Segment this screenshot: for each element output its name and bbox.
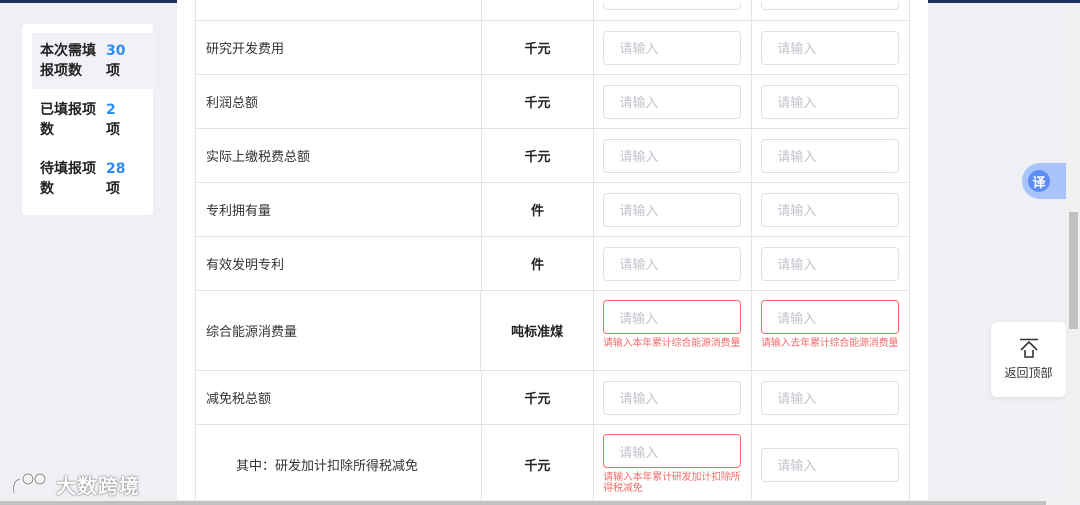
row-name: 其中：研发加计扣除所得税减免 xyxy=(196,425,482,504)
table-row: 其中：研发加计扣除所得税减免 千元 请输入 请输入本年累计研发加计扣除所得税减免… xyxy=(196,425,910,505)
summary-pending-count: 28 xyxy=(106,161,126,177)
current-year-input[interactable]: 请输入 xyxy=(603,84,742,119)
current-year-cell: 请输入 xyxy=(594,371,753,424)
summary-filled-label: 已填报项数 xyxy=(40,102,96,138)
table-row: 研究开发费用 千元 请输入 请输入 xyxy=(196,21,911,75)
row-unit: 吨标准煤 xyxy=(481,291,594,370)
row-name: 利润总额 xyxy=(196,75,482,128)
current-year-input[interactable]: 请输入 xyxy=(603,246,742,281)
summary-pending-unit: 项 xyxy=(106,181,120,197)
last-year-cell: 请输入 请输入去年累计综合能源消费量 xyxy=(752,291,910,370)
last-year-cell: 请输入 xyxy=(752,425,910,504)
last-year-cell: 请输入 xyxy=(752,237,911,290)
table-row: 专利拥有量 件 请输入 请输入 xyxy=(196,183,911,237)
watermark-text: 大数跨境 xyxy=(56,474,140,498)
watermark: 大数跨境 xyxy=(10,470,140,499)
translate-icon: 译 xyxy=(1028,170,1050,192)
summary-filled-count: 2 xyxy=(106,102,116,118)
row-unit: 千元 xyxy=(482,21,595,74)
report-form-table: 研究开发费用 千元 请输入 请输入 利润总额 千元 请输入 请输入 实际上缴税费… xyxy=(195,0,911,505)
last-year-input[interactable]: 请输入 xyxy=(761,447,900,482)
last-year-cell: 请输入 xyxy=(752,183,911,236)
row-unit: 千元 xyxy=(482,371,595,424)
table-row: 减免税总额 千元 请输入 请输入 xyxy=(196,371,911,425)
row-name: 专利拥有量 xyxy=(196,183,482,236)
summary-total-count: 30 xyxy=(106,43,126,59)
row-name: 实际上缴税费总额 xyxy=(196,129,482,182)
row-unit: 件 xyxy=(482,183,595,236)
last-year-input[interactable] xyxy=(761,2,900,10)
row-name: 减免税总额 xyxy=(196,371,482,424)
table-row: 实际上缴税费总额 千元 请输入 请输入 xyxy=(196,129,911,183)
last-year-cell: 请输入 xyxy=(752,129,911,182)
row-unit: 件 xyxy=(482,237,595,290)
current-year-input[interactable]: 请输入 xyxy=(603,192,742,227)
row-unit: 千元 xyxy=(482,75,595,128)
row-unit: 千元 xyxy=(482,129,595,182)
arrow-up-icon xyxy=(1019,338,1038,358)
current-year-cell: 请输入 请输入本年累计综合能源消费量 xyxy=(594,291,752,370)
summary-filled-value: 2 项 xyxy=(106,100,136,140)
current-year-input[interactable]: 请输入 xyxy=(603,380,742,415)
table-row: 综合能源消费量 吨标准煤 请输入 请输入本年累计综合能源消费量 请输入 请输入去… xyxy=(196,291,910,371)
summary-total-unit: 项 xyxy=(106,63,120,79)
row-name: 综合能源消费量 xyxy=(196,291,482,370)
last-year-input[interactable]: 请输入 xyxy=(761,84,900,119)
row-name xyxy=(196,0,482,20)
current-year-cell: 请输入 xyxy=(594,237,753,290)
table-row xyxy=(196,0,911,21)
back-to-top-label: 返回顶部 xyxy=(1004,366,1053,380)
current-year-cell: 请输入 请输入本年累计研发加计扣除所得税减免 xyxy=(594,425,753,504)
validation-error: 请输入本年累计研发加计扣除所得税减免 xyxy=(603,472,741,494)
last-year-input[interactable]: 请输入 xyxy=(761,380,900,415)
validation-error: 请输入本年累计综合能源消费量 xyxy=(603,338,741,349)
last-year-cell: 请输入 xyxy=(752,21,911,74)
current-year-input[interactable] xyxy=(603,2,742,10)
last-year-cell xyxy=(752,0,911,20)
watermark-logo-icon xyxy=(12,472,47,493)
summary-pending-label: 待填报项数 xyxy=(40,161,96,197)
summary-total-label: 本次需填报项数 xyxy=(40,43,96,79)
back-to-top-button[interactable]: 返回顶部 xyxy=(991,322,1066,397)
summary-total-value: 30 项 xyxy=(106,41,136,81)
translate-button[interactable]: 译 xyxy=(1022,163,1066,199)
last-year-cell: 请输入 xyxy=(752,371,911,424)
table-row: 利润总额 千元 请输入 请输入 xyxy=(196,75,911,129)
summary-filled-unit: 项 xyxy=(106,122,120,138)
last-year-input[interactable]: 请输入 xyxy=(761,192,900,227)
fill-summary-card: 本次需填报项数 30 项 已填报项数 2 项 待填报项数 28 项 xyxy=(22,24,156,215)
current-year-input[interactable]: 请输入 xyxy=(603,138,742,173)
last-year-cell: 请输入 xyxy=(752,75,911,128)
last-year-input[interactable]: 请输入 xyxy=(761,246,900,281)
row-unit: 千元 xyxy=(482,425,595,504)
vertical-scroll-thumb[interactable] xyxy=(1069,212,1078,329)
current-year-cell: 请输入 xyxy=(594,129,753,182)
current-year-cell: 请输入 xyxy=(594,183,753,236)
row-unit xyxy=(482,0,595,20)
current-year-input[interactable]: 请输入 xyxy=(603,434,742,468)
last-year-input[interactable]: 请输入 xyxy=(761,30,900,65)
row-name: 有效发明专利 xyxy=(196,237,482,290)
validation-error: 请输入去年累计综合能源消费量 xyxy=(761,338,899,349)
current-year-input[interactable]: 请输入 xyxy=(603,30,742,65)
current-year-cell: 请输入 xyxy=(594,21,753,74)
horizontal-scroll-thumb[interactable] xyxy=(0,501,1046,505)
last-year-input[interactable]: 请输入 xyxy=(761,138,900,173)
current-year-input[interactable]: 请输入 xyxy=(603,300,741,334)
summary-filled[interactable]: 已填报项数 2 项 xyxy=(32,92,156,148)
summary-total[interactable]: 本次需填报项数 30 项 xyxy=(32,33,156,89)
row-name: 研究开发费用 xyxy=(196,21,482,74)
current-year-cell xyxy=(594,0,753,20)
last-year-input[interactable]: 请输入 xyxy=(761,300,899,334)
table-row: 有效发明专利 件 请输入 请输入 xyxy=(196,237,911,291)
summary-pending-value: 28 项 xyxy=(106,159,136,199)
current-year-cell: 请输入 xyxy=(594,75,753,128)
summary-pending[interactable]: 待填报项数 28 项 xyxy=(32,151,156,207)
